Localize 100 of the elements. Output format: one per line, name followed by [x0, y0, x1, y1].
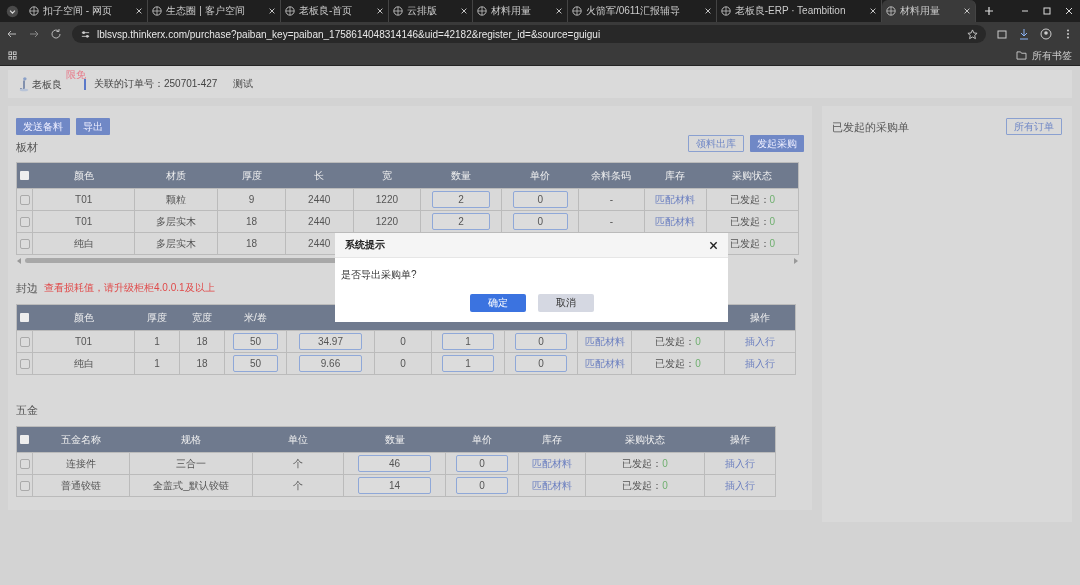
toolbar-button[interactable]: 导出: [76, 118, 110, 135]
order-number: 关联的订单号：250701-427: [94, 77, 218, 91]
close-icon[interactable]: [1063, 6, 1074, 16]
table-cell: 1: [154, 336, 160, 347]
address-bar[interactable]: lblsvsp.thinkerx.com/purchase?paiban_key=paiban_1758614048314146&uid=42182&register_id=&source=guigui: [72, 25, 986, 43]
table-cell: 9: [248, 194, 255, 205]
close-icon[interactable]: [375, 7, 384, 15]
dialog-title: 系统提示: [345, 238, 385, 252]
status-label: 已发起：: [622, 479, 663, 491]
status-label: 已发起：: [655, 335, 696, 347]
restore-icon[interactable]: [1041, 6, 1052, 16]
input-field[interactable]: 0: [514, 333, 568, 350]
column-header: 材质: [166, 169, 187, 181]
input-field[interactable]: 2: [432, 213, 491, 230]
column-header: 规格: [181, 433, 201, 445]
table-cell: 1: [154, 358, 160, 369]
column-header: 余料条码: [591, 169, 632, 181]
input-field[interactable]: 50: [233, 333, 278, 350]
column-header: 厚度: [241, 169, 262, 181]
table-cell: 颗粒: [166, 193, 187, 205]
select-all-checkbox[interactable]: [20, 171, 30, 180]
column-header: 数量: [451, 169, 472, 181]
table-cell: 2440: [308, 216, 331, 227]
input-field[interactable]: 1: [441, 355, 495, 372]
table-cell: T01: [75, 216, 93, 227]
column-header: 单位: [288, 433, 308, 445]
input-field[interactable]: 46: [358, 455, 431, 472]
input-field[interactable]: 14: [358, 477, 431, 494]
column-header: 操作: [749, 311, 770, 323]
browser-tab[interactable]: 材料用量: [881, 0, 977, 22]
toolbar-button[interactable]: 发送备料: [16, 118, 70, 135]
input-field[interactable]: 0: [514, 355, 568, 372]
input-field[interactable]: 0: [512, 213, 568, 230]
table-cell: 18: [246, 238, 258, 249]
all-bookmarks-button[interactable]: 所有书签: [1016, 48, 1072, 63]
row-checkbox[interactable]: [19, 458, 30, 469]
table-cell: -: [609, 194, 614, 205]
table-cell: 2440: [308, 194, 331, 205]
profile-icon[interactable]: [1040, 28, 1052, 40]
status-count: 0: [695, 357, 701, 369]
status-count: 0: [769, 215, 776, 227]
section-title: 五金: [16, 403, 38, 418]
table-cell: 18: [196, 336, 208, 347]
row-checkbox[interactable]: [19, 480, 30, 491]
status-label: 已发起：: [655, 357, 696, 369]
row-checkbox[interactable]: [19, 336, 30, 347]
download-icon[interactable]: [1018, 28, 1030, 40]
section-title: 板材: [16, 140, 38, 155]
input-field[interactable]: 1: [441, 333, 495, 350]
action-button[interactable]: 发起采购: [750, 135, 804, 152]
table-cell: T01: [74, 336, 93, 347]
table-cell: 多层实木: [156, 215, 197, 227]
table-cell: 18: [246, 216, 258, 227]
back-icon[interactable]: [6, 28, 18, 40]
row-checkbox[interactable]: [19, 216, 30, 227]
tab-search-icon[interactable]: [6, 4, 19, 18]
status-count: 0: [662, 457, 668, 469]
input-field[interactable]: 0: [512, 191, 568, 208]
table-cell: 连接件: [66, 457, 96, 469]
status-label: 已发起：: [622, 457, 663, 469]
row-checkbox[interactable]: [19, 238, 30, 249]
table-cell: 普通铰链: [61, 479, 101, 491]
section-title: 封边: [16, 281, 38, 296]
logo-text: 老板良: [32, 78, 62, 92]
plus-icon[interactable]: [984, 6, 995, 16]
input-field[interactable]: 0: [455, 455, 509, 472]
dialog-button[interactable]: 确定: [469, 294, 526, 312]
row-checkbox[interactable]: [19, 194, 30, 205]
dialog-button[interactable]: 取消: [537, 294, 594, 312]
select-all-checkbox[interactable]: [20, 313, 30, 322]
status-count: 0: [662, 479, 668, 491]
column-header: 单价: [530, 169, 551, 181]
star-icon[interactable]: [967, 28, 978, 40]
forward-icon[interactable]: [28, 28, 40, 40]
site-info-icon: [80, 28, 91, 40]
table-cell: 全盖式_默认铰链: [153, 479, 229, 491]
globe-icon: [152, 6, 163, 16]
table-cell: 三合一: [176, 457, 206, 469]
close-icon[interactable]: [868, 7, 877, 15]
apps-icon[interactable]: [8, 51, 17, 60]
select-all-checkbox[interactable]: [20, 435, 30, 444]
table-cell: 0: [400, 358, 406, 369]
column-header: 五金名称: [61, 433, 101, 445]
input-field[interactable]: 2: [432, 191, 491, 208]
row-checkbox[interactable]: [19, 358, 30, 369]
column-header: 库存: [665, 169, 686, 181]
close-icon[interactable]: [554, 7, 563, 15]
table-cell: 个: [293, 457, 303, 469]
input-field[interactable]: 50: [233, 355, 278, 372]
close-icon[interactable]: [709, 240, 718, 250]
table-cell: 2440: [308, 238, 331, 249]
input-field[interactable]: 0: [455, 477, 509, 494]
input-field[interactable]: 9.66: [299, 355, 362, 372]
logo-icon: [18, 76, 30, 92]
extensions-icon[interactable]: [996, 28, 1008, 40]
table-cell: 纯白: [73, 237, 94, 249]
table-cell: 个: [293, 479, 303, 491]
reload-icon[interactable]: [50, 28, 62, 40]
close-icon[interactable]: [268, 7, 277, 15]
input-field[interactable]: 34.97: [299, 333, 362, 350]
